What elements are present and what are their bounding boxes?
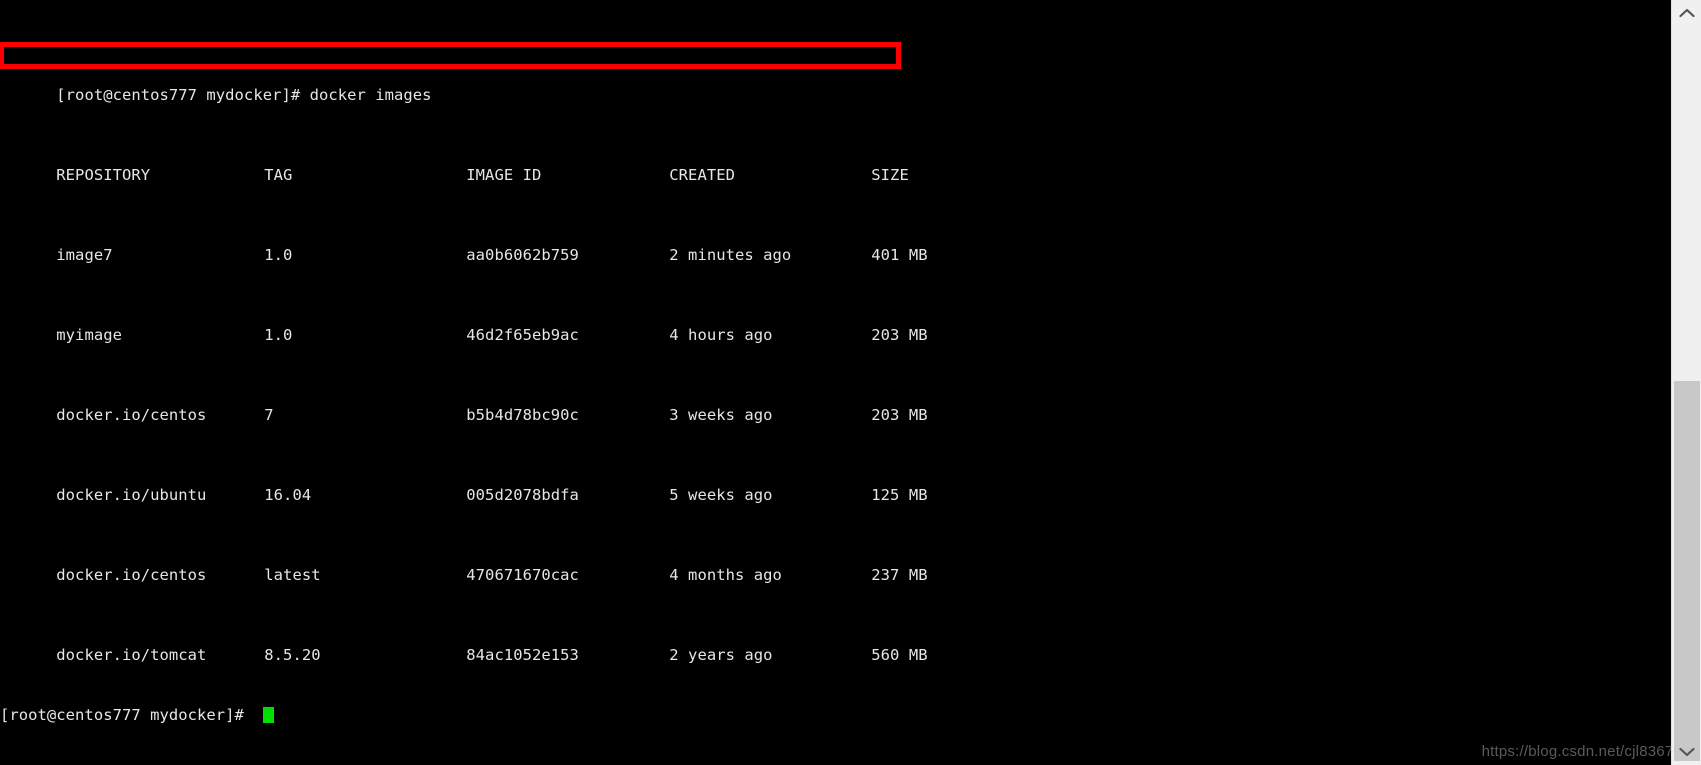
watermark-url: https://blog.csdn.net/cjl8367354 — [1481, 743, 1699, 760]
table-row: docker.io/tomcat 8.5.20 84ac1052e153 2 year… — [0, 625, 1671, 664]
header-tag: TAG — [264, 166, 293, 184]
table-row: docker.io/centos latest 470671670cac 4 mont… — [0, 545, 1671, 584]
cell-created: 5 weeks ago — [669, 486, 773, 504]
cell-repository: docker.io/centos — [56, 406, 207, 424]
cell-repository: myimage — [56, 326, 122, 344]
terminal-output[interactable]: [root@centos777 mydocker]# docker images… — [0, 0, 1671, 765]
table-row: myimage 1.0 46d2f65eb9ac 4 hours ago 203 MB — [0, 305, 1671, 344]
header-repository: REPOSITORY — [56, 166, 151, 184]
block-cursor-icon — [263, 707, 275, 723]
cell-repository: image7 — [56, 246, 113, 264]
cell-size: 203 MB — [871, 326, 928, 344]
chevron-up-icon — [1679, 8, 1695, 18]
scrollbar-track[interactable] — [1672, 26, 1701, 761]
cell-image-id: 470671670cac — [466, 566, 579, 584]
table-row: docker.io/ubuntu 16.04 005d2078bdfa 5 weeks… — [0, 465, 1671, 504]
command-line: [root@centos777 mydocker]# docker images — [0, 65, 1671, 104]
cell-repository: docker.io/tomcat — [56, 646, 207, 664]
prompt-line[interactable]: [root@centos777 mydocker]# — [0, 705, 1671, 725]
header-image-id: IMAGE ID — [466, 166, 542, 184]
cell-created: 4 hours ago — [669, 326, 773, 344]
cell-created: 2 minutes ago — [669, 246, 792, 264]
cell-created: 2 years ago — [669, 646, 773, 664]
cell-repository: docker.io/centos — [56, 566, 207, 584]
cell-image-id: b5b4d78bc90c — [466, 406, 579, 424]
cell-tag: latest — [264, 566, 321, 584]
cell-image-id: aa0b6062b759 — [466, 246, 579, 264]
cell-created: 4 months ago — [669, 566, 782, 584]
cell-image-id: 84ac1052e153 — [466, 646, 579, 664]
cell-image-id: 005d2078bdfa — [466, 486, 579, 504]
cell-image-id: 46d2f65eb9ac — [466, 326, 579, 344]
cell-tag: 1.0 — [264, 326, 293, 344]
scrollbar-up-button[interactable] — [1672, 0, 1701, 26]
vertical-scrollbar[interactable] — [1671, 0, 1701, 765]
header-created: CREATED — [669, 166, 735, 184]
cell-created: 3 weeks ago — [669, 406, 773, 424]
cell-size: 203 MB — [871, 406, 928, 424]
scrollbar-thumb[interactable] — [1674, 381, 1700, 761]
scrollbar-down-button[interactable] — [1672, 739, 1701, 765]
cell-tag: 16.04 — [264, 486, 312, 504]
cell-size: 401 MB — [871, 246, 928, 264]
header-size: SIZE — [871, 166, 909, 184]
cell-size: 237 MB — [871, 566, 928, 584]
cell-size: 560 MB — [871, 646, 928, 664]
table-header-row: REPOSITORY TAG IMAGE ID CREATED SIZE — [0, 145, 1671, 184]
terminal-window: [root@centos777 mydocker]# docker images… — [0, 0, 1701, 765]
cell-repository: docker.io/ubuntu — [56, 486, 207, 504]
cell-tag: 7 — [264, 406, 274, 424]
table-row: image7 1.0 aa0b6062b759 2 minutes ago 401 MB — [0, 225, 1671, 264]
cell-tag: 8.5.20 — [264, 646, 321, 664]
cell-tag: 1.0 — [264, 246, 293, 264]
table-row: docker.io/centos 7 b5b4d78bc90c 3 weeks ago… — [0, 385, 1671, 424]
cell-size: 125 MB — [871, 486, 928, 504]
chevron-down-icon — [1679, 747, 1695, 757]
prompt-text: [root@centos777 mydocker]# — [0, 706, 254, 724]
command-text: [root@centos777 mydocker]# docker images — [56, 86, 432, 104]
